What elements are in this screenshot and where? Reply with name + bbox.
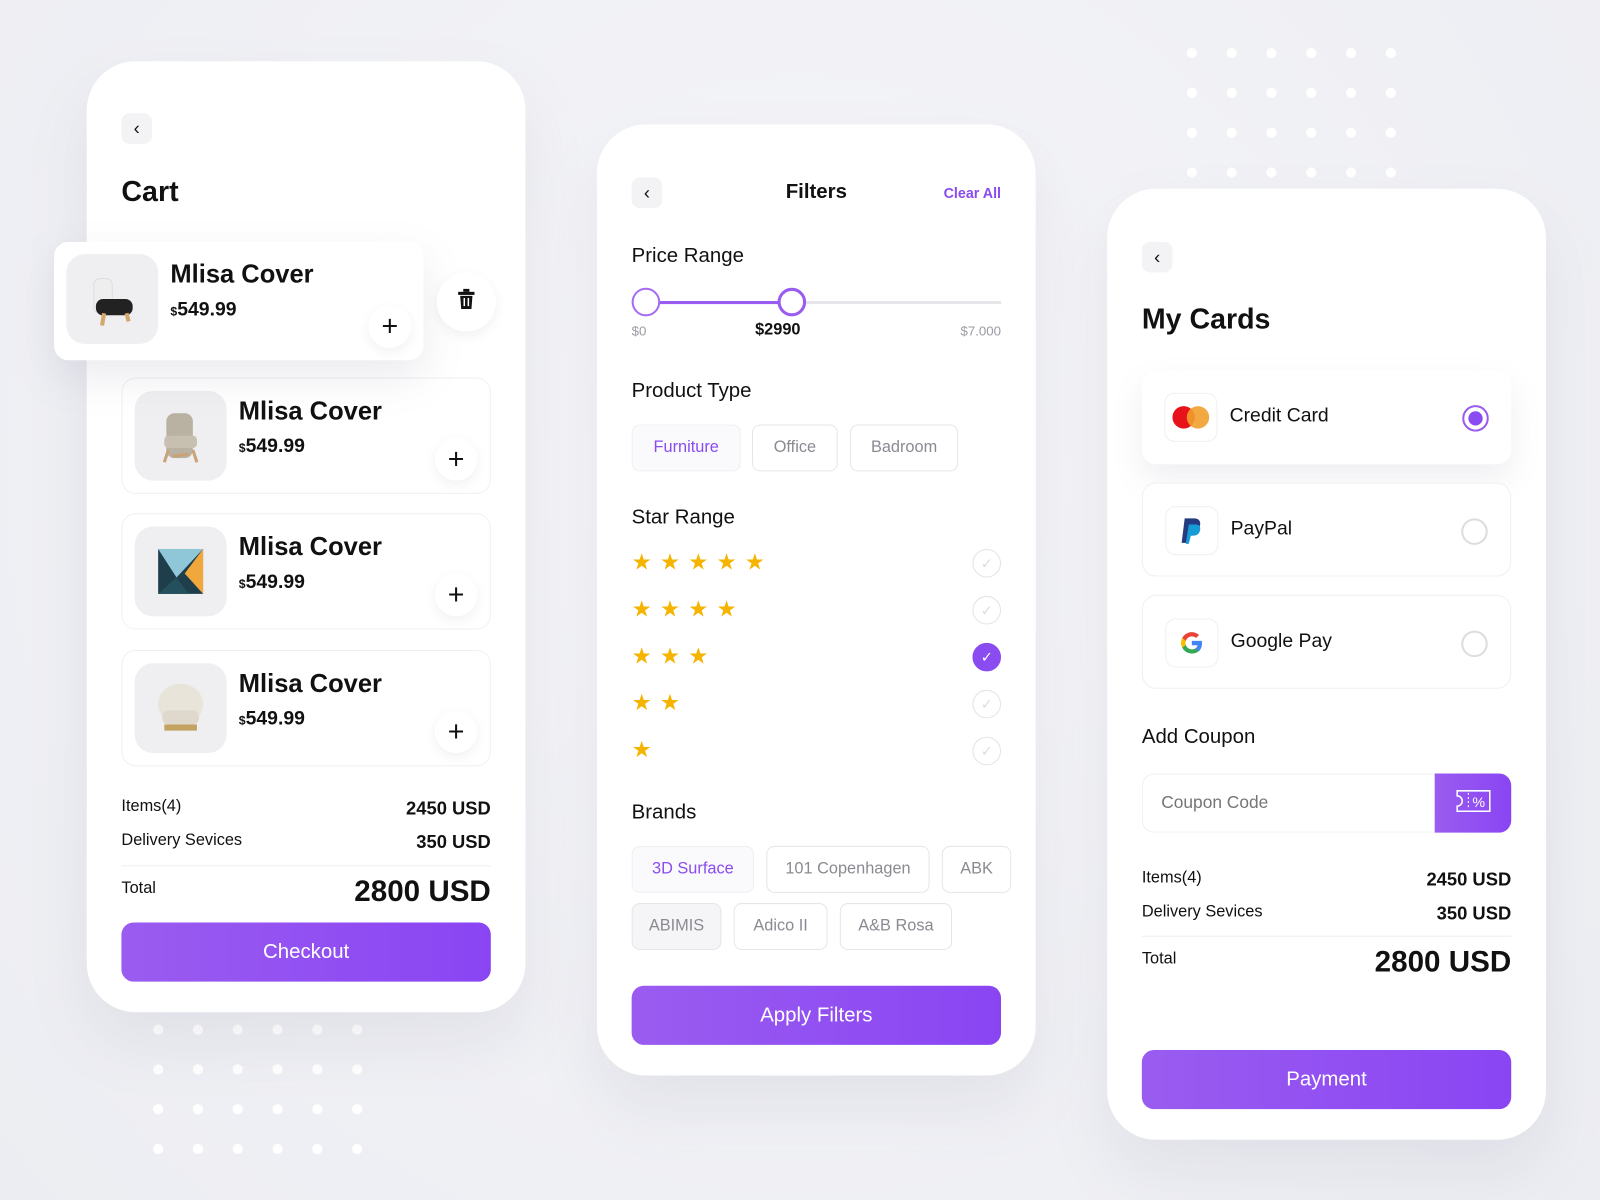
total-summary: Total 2800 USD bbox=[1141, 945, 1512, 979]
product-type-label: Product Type bbox=[631, 379, 752, 403]
delivery-summary: Delivery Sevices 350 USD bbox=[1141, 903, 1512, 924]
cart-item-swiped[interactable]: Mlisa Cover $549.99 + bbox=[54, 241, 424, 361]
back-button[interactable]: ‹ bbox=[1141, 241, 1173, 273]
trash-icon bbox=[457, 288, 475, 316]
stars-4: ★★★★ bbox=[631, 595, 745, 622]
star-range-label: Star Range bbox=[631, 506, 735, 529]
slider-fill bbox=[645, 301, 792, 305]
cart-item[interactable]: Mlisa Cover $549.99 + bbox=[121, 513, 491, 630]
add-quantity-button[interactable]: + bbox=[434, 437, 478, 481]
items-summary: Items(4) 2450 USD bbox=[121, 797, 491, 819]
price-range-label: Price Range bbox=[631, 244, 744, 268]
page-title: Cart bbox=[121, 175, 179, 208]
star-5-checkbox[interactable]: ✓ bbox=[972, 548, 1002, 578]
product-price: $549.99 bbox=[170, 298, 237, 321]
star-2-checkbox[interactable]: ✓ bbox=[972, 689, 1002, 719]
radio-selected[interactable] bbox=[1462, 405, 1489, 432]
payment-method-label: Credit Card bbox=[1229, 405, 1329, 427]
type-chip-badroom[interactable]: Badroom bbox=[849, 424, 959, 472]
clear-all-link[interactable]: Clear All bbox=[944, 185, 1001, 201]
back-button[interactable]: ‹ bbox=[121, 113, 153, 144]
star-4-checkbox[interactable]: ✓ bbox=[972, 595, 1002, 625]
coupon-icon: % bbox=[1455, 789, 1491, 817]
brand-chip[interactable]: A&B Rosa bbox=[839, 903, 953, 950]
brand-chip[interactable]: 101 Copenhagen bbox=[766, 845, 930, 893]
price-value-label: $2990 bbox=[755, 321, 801, 339]
payment-method-credit-card[interactable]: Credit Card bbox=[1141, 370, 1512, 465]
add-quantity-button[interactable]: + bbox=[434, 710, 478, 754]
stars-1: ★ bbox=[631, 736, 660, 763]
brands-label: Brands bbox=[631, 801, 697, 824]
product-image bbox=[134, 526, 227, 617]
cart-panel: ‹ Cart Mlisa Cover $549.99 + Mlisa Cover… bbox=[86, 61, 526, 1013]
coupon-input[interactable] bbox=[1141, 773, 1448, 833]
type-chip-furniture[interactable]: Furniture bbox=[631, 424, 741, 472]
radio-unselected[interactable] bbox=[1461, 518, 1488, 545]
divider bbox=[1141, 935, 1512, 937]
product-name: Mlisa Cover bbox=[238, 669, 382, 698]
product-image bbox=[134, 663, 227, 754]
delete-button[interactable] bbox=[436, 272, 496, 332]
price-min-label: $0 bbox=[631, 323, 647, 339]
google-icon bbox=[1165, 618, 1219, 668]
product-name: Mlisa Cover bbox=[238, 396, 382, 426]
brand-chip[interactable]: Adico II bbox=[733, 903, 828, 950]
product-image bbox=[134, 390, 227, 481]
cards-panel: ‹ My Cards Credit Card PayPal Google Pay… bbox=[1107, 188, 1546, 1140]
apply-coupon-button[interactable]: % bbox=[1434, 773, 1512, 833]
payment-method-paypal[interactable]: PayPal bbox=[1141, 482, 1512, 577]
stars-3: ★★★ bbox=[631, 642, 717, 669]
page-title: My Cards bbox=[1141, 303, 1271, 335]
mastercard-icon bbox=[1164, 392, 1218, 442]
brand-chip[interactable]: ABIMIS bbox=[631, 903, 722, 950]
items-summary: Items(4) 2450 USD bbox=[1141, 869, 1512, 890]
cart-item[interactable]: Mlisa Cover $549.99 + bbox=[121, 377, 491, 494]
type-chip-office[interactable]: Office bbox=[752, 424, 838, 472]
price-slider[interactable] bbox=[631, 287, 1002, 319]
paypal-icon bbox=[1165, 506, 1219, 556]
decor-dots bbox=[1186, 47, 1426, 178]
filters-panel: ‹ Filters Clear All Price Range $0 $2990… bbox=[596, 124, 1036, 1076]
brand-chip[interactable]: ABK bbox=[941, 845, 1012, 893]
stars-2: ★★ bbox=[631, 689, 689, 716]
payment-button[interactable]: Payment bbox=[1141, 1049, 1512, 1110]
brand-chip[interactable]: 3D Surface bbox=[631, 845, 755, 893]
checkout-button[interactable]: Checkout bbox=[121, 922, 491, 982]
cart-item[interactable]: Mlisa Cover $549.99 + bbox=[121, 649, 491, 767]
decor-dots bbox=[153, 1024, 392, 1155]
payment-method-label: PayPal bbox=[1230, 518, 1293, 540]
price-max-label: $7.000 bbox=[960, 323, 1002, 339]
slider-handle-min[interactable] bbox=[631, 287, 661, 317]
stage: ‹ Cart Mlisa Cover $549.99 + Mlisa Cover… bbox=[0, 0, 1600, 1200]
add-quantity-button[interactable]: + bbox=[434, 573, 478, 617]
product-price: $549.99 bbox=[238, 708, 305, 730]
stars-5: ★★★★★ bbox=[631, 548, 774, 575]
delivery-summary: Delivery Sevices 350 USD bbox=[121, 831, 491, 853]
product-price: $549.99 bbox=[238, 571, 305, 593]
star-1-checkbox[interactable]: ✓ bbox=[972, 736, 1002, 766]
apply-filters-button[interactable]: Apply Filters bbox=[631, 985, 1002, 1045]
radio-unselected[interactable] bbox=[1461, 630, 1488, 658]
product-image bbox=[66, 254, 159, 344]
total-summary: Total 2800 USD bbox=[121, 875, 491, 909]
svg-text:%: % bbox=[1472, 795, 1485, 811]
payment-method-google-pay[interactable]: Google Pay bbox=[1141, 594, 1512, 689]
payment-method-label: Google Pay bbox=[1230, 630, 1332, 653]
divider bbox=[121, 865, 491, 867]
add-quantity-button[interactable]: + bbox=[368, 305, 412, 348]
product-price: $549.99 bbox=[238, 435, 305, 458]
star-3-checkbox[interactable]: ✓ bbox=[972, 642, 1002, 672]
product-name: Mlisa Cover bbox=[238, 532, 382, 562]
add-coupon-label: Add Coupon bbox=[1141, 725, 1256, 748]
product-name: Mlisa Cover bbox=[170, 260, 314, 289]
slider-handle-max[interactable] bbox=[777, 287, 806, 317]
